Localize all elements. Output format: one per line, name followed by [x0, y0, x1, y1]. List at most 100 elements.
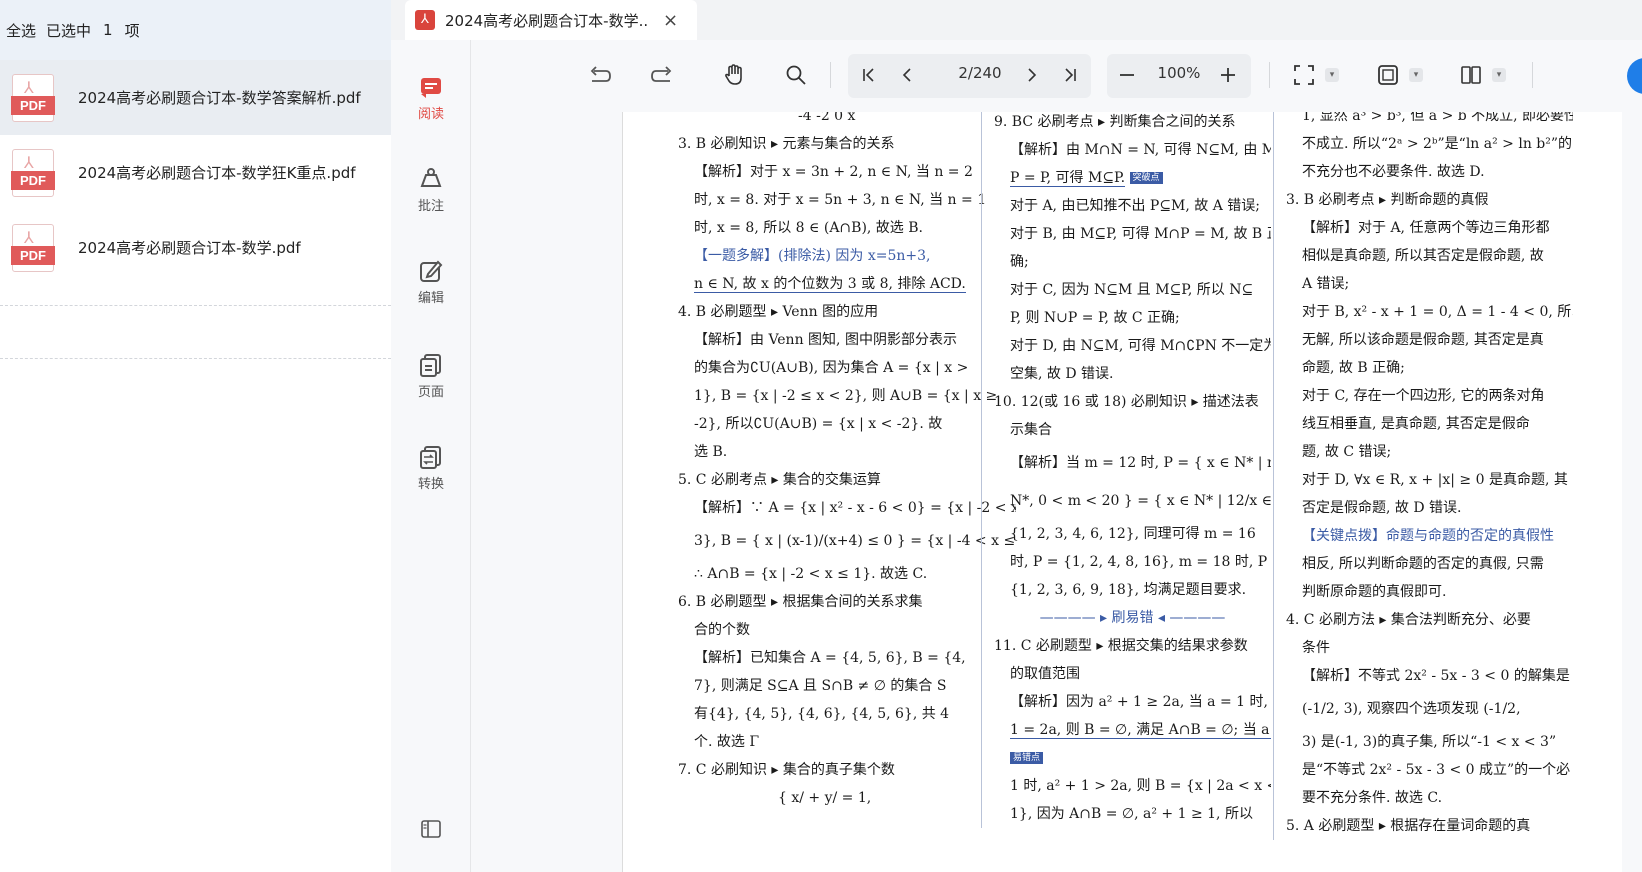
file-name: 2024高考必刷题合订本-数学.pdf [78, 239, 301, 257]
text-line: 合的个数 [694, 622, 750, 638]
text-line: 【一题多解】(排除法) 因为 x=5n+3, [694, 248, 931, 264]
pdf-file-icon: ⅄ PDF [11, 73, 55, 122]
text-line: 示集合 [1010, 422, 1052, 438]
text-line: 【解析】当 m = 12 时, P = { x ∈ N* | m/x ∈ [1010, 455, 1271, 471]
underlined-text: P = P, 可得 M⊆P. [1010, 170, 1126, 187]
text-line: 1 时, a² + 1 > 2a, 则 B = {x | 2a < x < a²… [1010, 778, 1271, 794]
chevron-down-icon[interactable]: ▾ [1325, 68, 1339, 82]
next-page-icon[interactable] [1017, 60, 1047, 90]
tab-bar: ⅄ 2024高考必刷题合订本-数学... × [391, 0, 1642, 40]
redo-icon[interactable] [647, 60, 677, 90]
tool-pages[interactable]: 页面 [391, 352, 471, 400]
section-title: 刷易错 [1111, 610, 1154, 626]
text-line: 【解析】已知集合 A = {4, 5, 6}, B = {4, [694, 650, 966, 666]
pdf-file-icon: ⅄ PDF [11, 148, 55, 197]
page-indicator[interactable]: 2/240 [940, 64, 1020, 82]
text-line: P, 则 N∪P = P, 故 C 正确; [1010, 310, 1180, 326]
read-icon [421, 78, 441, 98]
text-line: 时, x = 8. 对于 x = 5n + 3, n ∈ N, 当 n = 1 [694, 192, 987, 208]
edit-icon [420, 260, 443, 282]
text-line: 1, 显然 a³ > b³, 但 a > b 不成立, 即必要性 [1302, 112, 1573, 124]
selected-prefix: 已选中 [46, 21, 92, 40]
zoom-in-icon[interactable] [1213, 60, 1243, 90]
toolbar-divider [1269, 62, 1270, 88]
select-all-button[interactable]: 全选 [6, 20, 36, 41]
chevron-down-icon[interactable]: ▾ [1492, 68, 1506, 82]
list-divider [0, 358, 391, 359]
page-column-2: 9. BC 必刷考点 ▸ 判断集合之间的关系 【解析】由 M∩N = N, 可得… [981, 112, 1271, 828]
close-tab-icon[interactable]: × [663, 10, 678, 31]
last-page-icon[interactable] [1055, 60, 1085, 90]
text-line: (-1/2, 3), 观察四个选项发现 (-1/2, [1302, 701, 1521, 717]
text-line: -4 -2 0 x [798, 112, 856, 124]
chevron-down-icon[interactable]: ▾ [1409, 68, 1423, 82]
text-line: P = P, 可得 M⊆P. 突破点 [994, 164, 1271, 192]
dual-page-icon[interactable] [1456, 60, 1486, 90]
first-page-icon[interactable] [854, 60, 884, 90]
pdf-label: PDF [11, 170, 55, 190]
text-line: 时, P = {1, 2, 4, 8, 16}, m = 18 时, P = [1010, 554, 1271, 570]
tool-label: 批注 [417, 199, 444, 214]
document-view[interactable]: -4 -2 0 x 3. B 必刷知识 ▸ 元素与集合的关系 【解析】对于 x … [472, 112, 1642, 872]
text-line: 对于 B, 由 M⊆P, 可得 M∩P = M, 故 B 正 [1010, 226, 1271, 242]
fit-page-icon[interactable] [1289, 60, 1319, 90]
prev-page-icon[interactable] [892, 60, 922, 90]
zoom-out-icon[interactable] [1112, 60, 1142, 90]
question-heading: 3. B 必刷考点 ▸ 判断命题的真假 [1286, 192, 1489, 208]
text-line: 【解析】因为 a² + 1 ≥ 2a, 当 a = 1 时, a² + [1010, 694, 1271, 710]
text-line: 【解析】不等式 2x² - 5x - 3 < 0 的解集是 [1302, 668, 1570, 684]
selected-suffix: 项 [124, 21, 140, 40]
file-item[interactable]: ⅄ PDF 2024高考必刷题合订本-数学答案解析.pdf [0, 60, 391, 135]
text-line: 【解析】对于 A, 任意两个等边三角形都 [1302, 220, 1550, 236]
tool-read[interactable]: 阅读 [391, 74, 471, 122]
pdf-page: -4 -2 0 x 3. B 必刷知识 ▸ 元素与集合的关系 【解析】对于 x … [622, 112, 1622, 872]
panel-toggle-icon[interactable] [420, 818, 442, 840]
zoom-level[interactable]: 100% [1149, 64, 1209, 82]
text-line: N*, 0 < m < 20 } = { x ∈ N* | 12/x ∈ N* … [1010, 493, 1271, 509]
text-line: 判断原命题的真假即可. [1302, 584, 1447, 600]
tool-convert[interactable]: 转换 [391, 444, 471, 492]
text-line: 确; [1010, 254, 1029, 270]
error-prone-stamp: 易错点 [1010, 752, 1044, 764]
file-item[interactable]: ⅄ PDF 2024高考必刷题合订本-数学.pdf [0, 210, 391, 285]
text-line: { x/ + y/ = 1, [778, 790, 872, 806]
question-heading: 11. C 必刷题型 ▸ 根据交集的结果求参数 [994, 638, 1248, 654]
question-heading: 4. B 必刷题型 ▸ Venn 图的应用 [678, 304, 879, 320]
page-column-1: -4 -2 0 x 3. B 必刷知识 ▸ 元素与集合的关系 【解析】对于 x … [678, 112, 1016, 812]
text-line: -2}, 所以∁U(A∪B) = {x | x < -2}. 故 [694, 416, 943, 432]
pdf-label: PDF [11, 245, 55, 265]
text-line: 不成立. 所以“2ᵃ > 2ᵇ”是“ln a² > ln b²”的既 [1302, 136, 1573, 152]
text-line: 相似是真命题, 所以其否定是假命题, 故 [1302, 248, 1544, 264]
file-item[interactable]: ⅄ PDF 2024高考必刷题合订本-数学狂K重点.pdf [0, 135, 391, 210]
selection-bar: 全选 已选中 1 项 [0, 0, 391, 60]
text-line: 命题, 故 B 正确; [1302, 360, 1405, 376]
text-line: 不充分也不必要条件. 故选 D. [1302, 164, 1485, 180]
text-line: 1}, B = {x | -2 ≤ x < 2}, 则 A∪B = {x | x… [694, 388, 998, 404]
text-line: 要不充分条件. 故选 C. [1302, 790, 1443, 806]
text-line: A 错误; [1302, 276, 1350, 292]
tool-annotate[interactable]: 批注 [391, 166, 471, 214]
breakthrough-stamp: 突破点 [1129, 172, 1163, 184]
pages-icon [420, 354, 441, 377]
undo-icon[interactable] [585, 60, 615, 90]
text-line: 3}, B = { x | (x-1)/(x+4) ≤ 0 } = {x | -… [694, 533, 1016, 549]
text-line: 易错点 [994, 744, 1271, 772]
text-line: 1}, 因为 A∩B = ∅, a² + 1 ≥ 1, 所以 [1010, 806, 1253, 822]
tool-edit[interactable]: 编辑 [391, 258, 471, 306]
text-line: {1, 2, 3, 4, 6, 12}, 同理可得 m = 16 [1010, 526, 1256, 542]
text-line: 对于 D, ∀x ∈ R, x + |x| ≥ 0 是真命题, 其 [1302, 472, 1568, 488]
hand-tool-icon[interactable] [719, 60, 749, 90]
document-tab[interactable]: ⅄ 2024高考必刷题合订本-数学... × [405, 0, 697, 40]
assistant-button[interactable] [1627, 58, 1642, 94]
text-line: 选 B. [694, 444, 728, 460]
search-icon[interactable] [781, 60, 811, 90]
tool-label: 阅读 [417, 107, 444, 122]
pdf-app-icon: ⅄ [415, 10, 435, 30]
text-line: 时, x = 8, 所以 8 ∈ (A∩B), 故选 B. [694, 220, 923, 236]
text-line: 3) 是(-1, 3)的真子集, 所以“-1 < x < 3” [1302, 734, 1557, 750]
tool-label: 转换 [417, 477, 444, 492]
text-line: 的集合为∁U(A∪B), 因为集合 A = {x | x > [694, 360, 969, 376]
list-divider [0, 305, 391, 358]
fullscreen-icon[interactable] [1373, 60, 1403, 90]
page-column-3: 1, 显然 a³ > b³, 但 a > b 不成立, 即必要性 不成立. 所以… [1273, 112, 1573, 840]
